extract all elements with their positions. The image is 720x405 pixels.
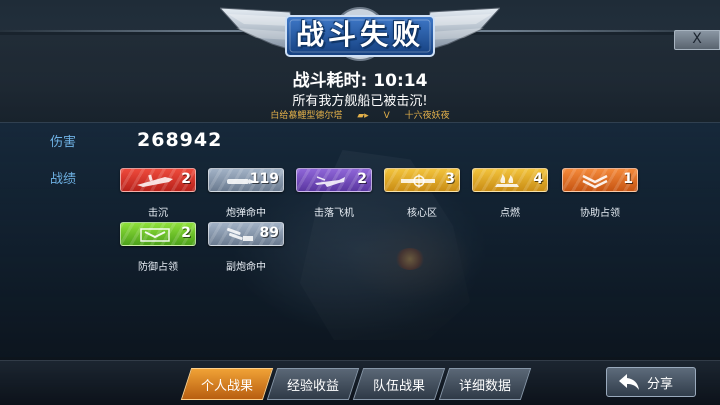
defend-capture-icon xyxy=(140,228,170,242)
citadel-icon xyxy=(401,174,435,188)
share-label: 分享 xyxy=(647,377,674,392)
medal-count: 1 xyxy=(623,171,633,187)
defeat-emblem: 战斗失败 xyxy=(220,0,500,66)
medal-count: 2 xyxy=(181,225,191,241)
sinking-ship-icon xyxy=(137,174,173,187)
plane-shot-down-icon xyxy=(315,176,345,187)
medal-label: 击沉 xyxy=(148,208,168,219)
medal-label: 副炮命中 xyxy=(226,262,266,273)
battle-time: 战斗耗时: 10:14 xyxy=(0,66,720,91)
flag-icon: ▰▸ xyxy=(357,111,369,121)
medal-shell-hit[interactable]: 119 xyxy=(208,168,284,192)
medal-label: 点燃 xyxy=(500,208,520,219)
medal-plane-shot-down[interactable]: 2 xyxy=(296,168,372,192)
medal-label: 防御占领 xyxy=(138,262,178,273)
record-label: 战绩 xyxy=(50,172,77,187)
battle-time-value: 10:14 xyxy=(373,71,428,91)
battle-time-label: 战斗耗时: xyxy=(292,71,368,91)
medal-defend-capture[interactable]: 2 xyxy=(120,222,196,246)
medal-count: 2 xyxy=(357,171,367,187)
stats-panel xyxy=(0,122,720,357)
share-button[interactable]: 分享 xyxy=(606,367,696,397)
page-title: 战斗失败 xyxy=(295,18,424,51)
tab-label: 个人战果 xyxy=(200,379,253,394)
medal-count: 3 xyxy=(445,171,455,187)
medal-label: 炮弹命中 xyxy=(226,208,266,219)
medal-count: 89 xyxy=(259,225,279,241)
tab-label: 经验收益 xyxy=(286,379,339,394)
medal-fire[interactable]: 4 xyxy=(472,168,548,192)
damage-value: 268942 xyxy=(137,129,223,151)
tab-label: 队伍战果 xyxy=(372,379,425,394)
player-ship-name: 白给慕鯉型德尔塔 xyxy=(270,111,343,121)
tab-label: 详细数据 xyxy=(458,379,511,394)
share-arrow-icon xyxy=(619,374,639,390)
medal-citadel[interactable]: 3 xyxy=(384,168,460,192)
matchup-row: 白给慕鯉型德尔塔 ▰▸ V 十六夜妖夜 xyxy=(0,108,720,121)
medal-label: 核心区 xyxy=(407,208,437,219)
medal-assist-capture[interactable]: 1 xyxy=(562,168,638,192)
vs-label: V xyxy=(383,111,390,121)
medal-label: 击落飞机 xyxy=(314,208,354,219)
medal-count: 119 xyxy=(249,171,279,187)
medal-count: 2 xyxy=(181,171,191,187)
medal-sink[interactable]: 2 xyxy=(120,168,196,192)
fire-icon xyxy=(495,174,519,187)
close-button[interactable]: X xyxy=(674,30,720,50)
secondary-hit-icon xyxy=(227,227,253,241)
enemy-ship-name: 十六夜妖夜 xyxy=(404,111,450,121)
close-icon: X xyxy=(692,31,702,47)
medal-count: 4 xyxy=(533,171,543,187)
result-message: 所有我方舰船已被击沉! xyxy=(292,94,428,109)
chevron-capture-icon xyxy=(582,174,608,189)
medal-label: 协助占领 xyxy=(580,208,620,219)
damage-label: 伤害 xyxy=(50,135,77,150)
medal-secondary-hit[interactable]: 89 xyxy=(208,222,284,246)
